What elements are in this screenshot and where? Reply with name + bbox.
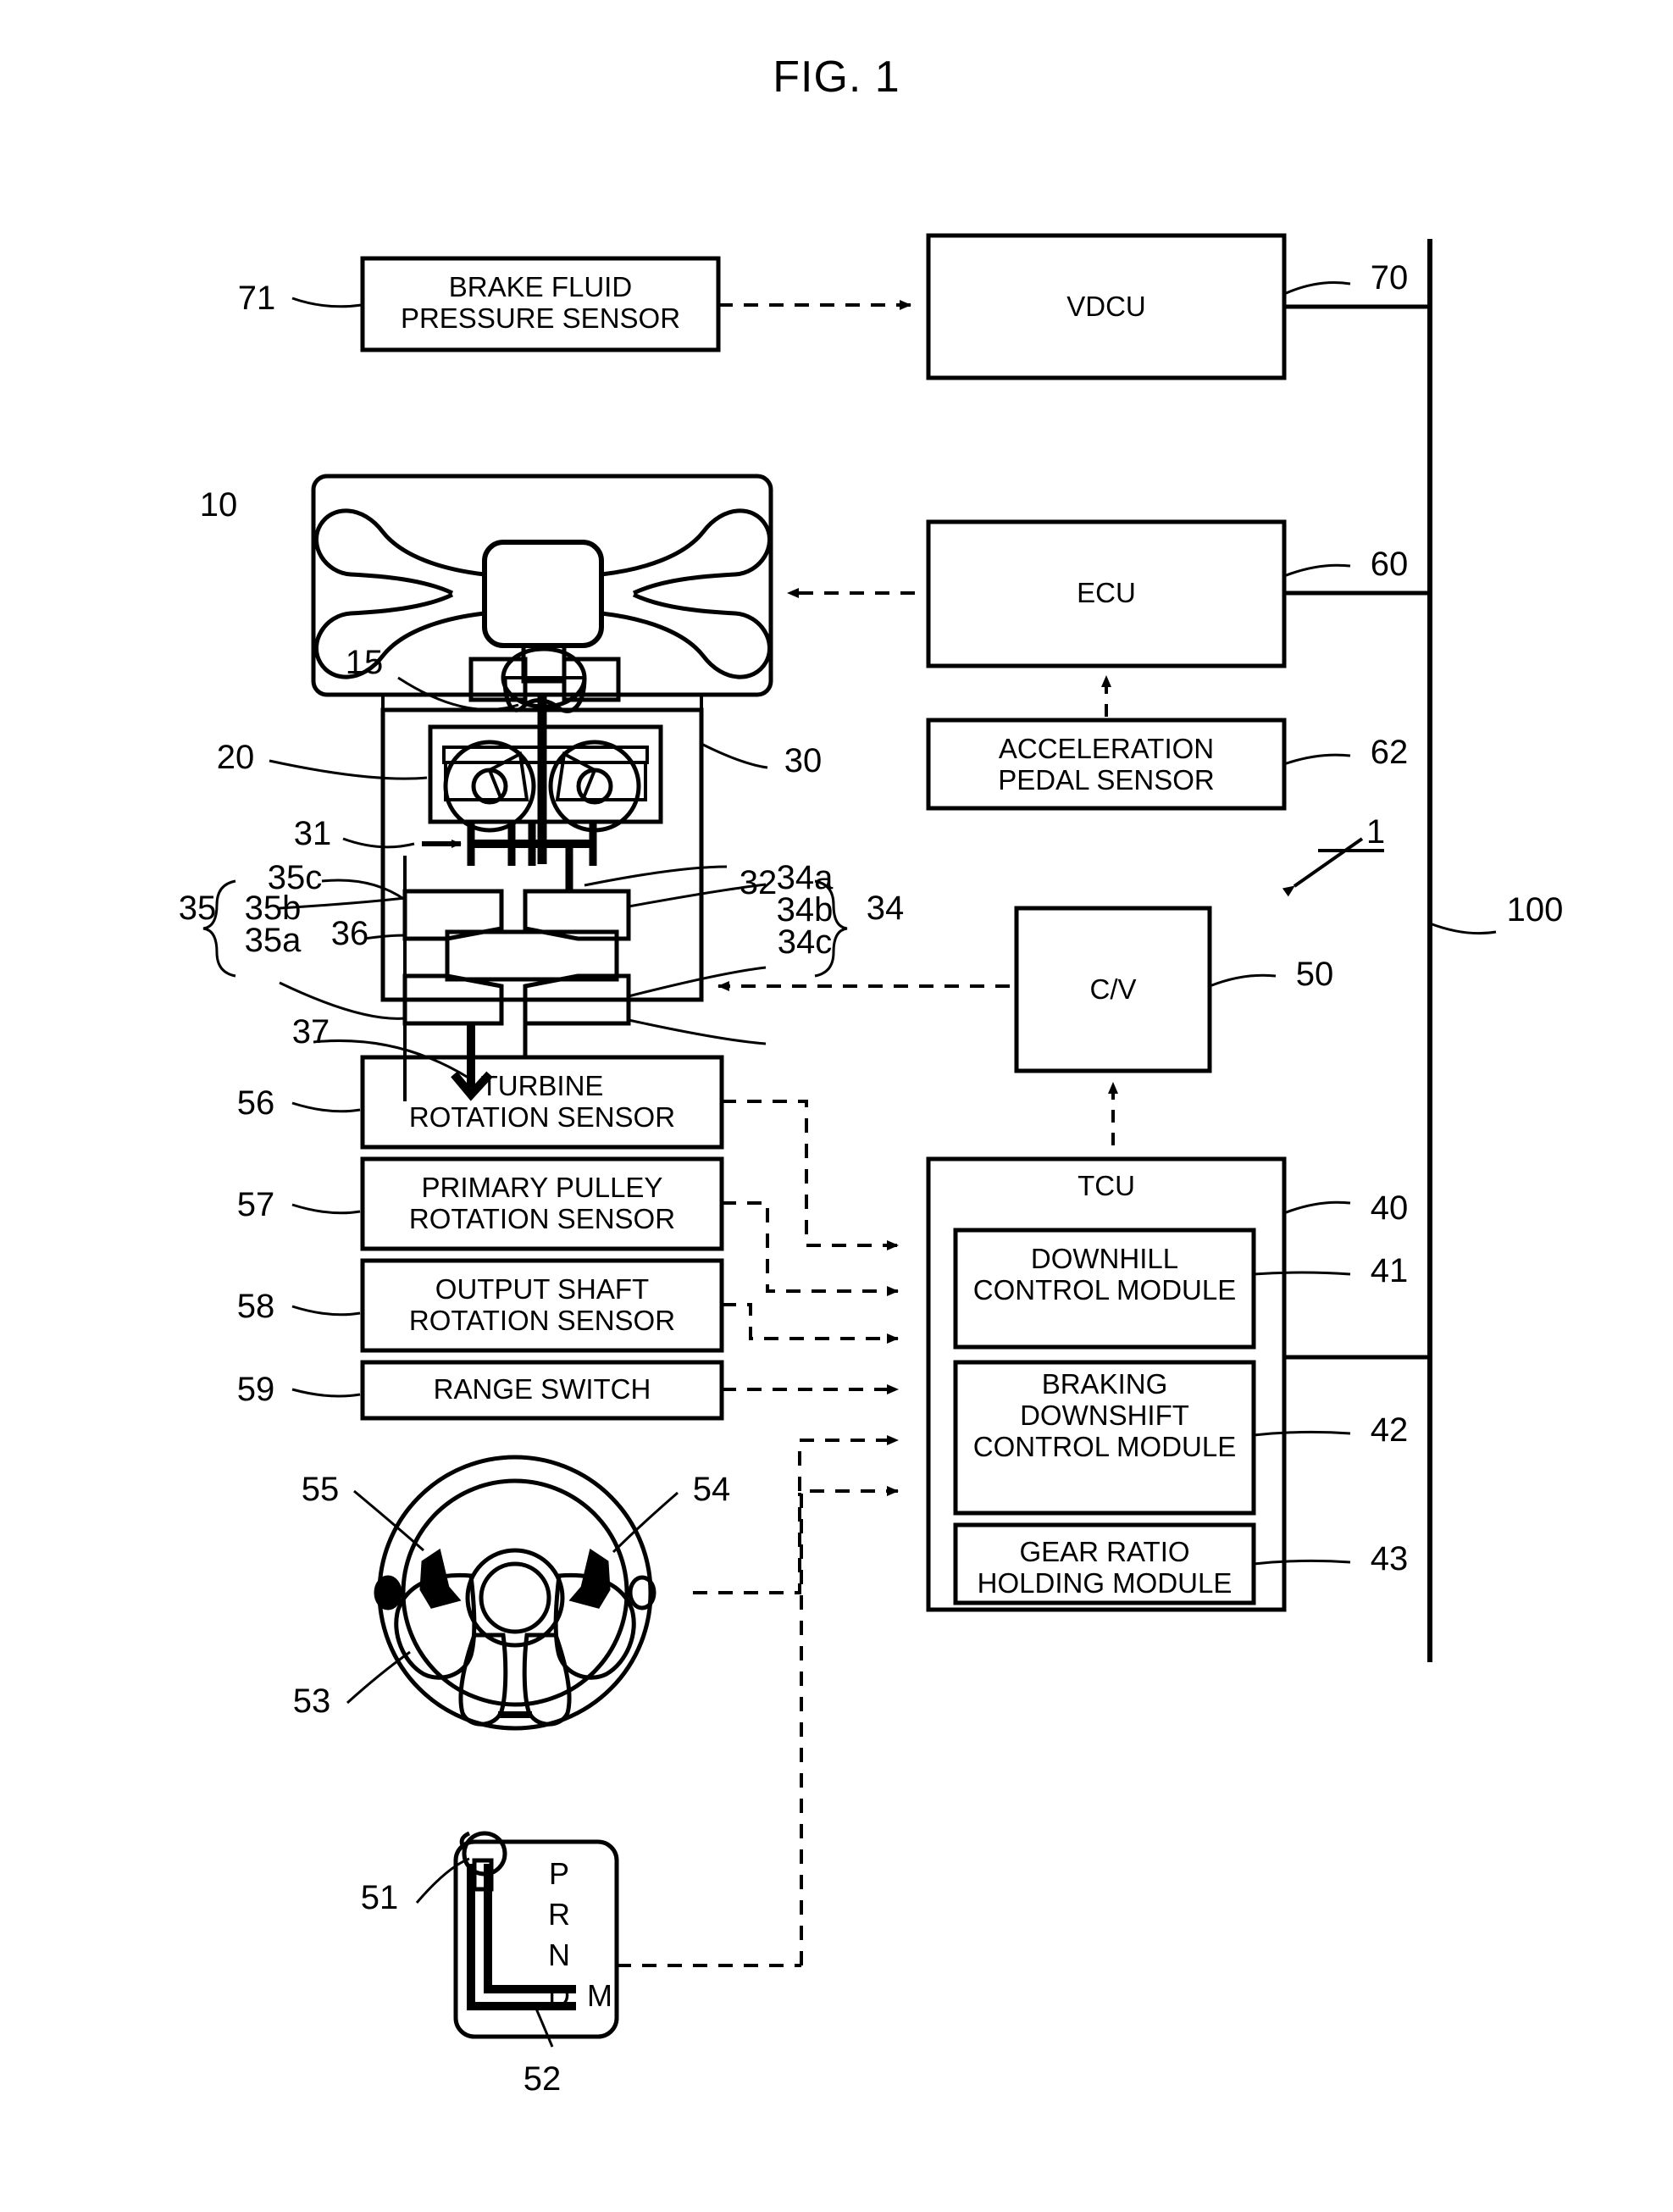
control-valve-label: C/V (1089, 973, 1137, 1005)
range-switch-label: RANGE SWITCH (433, 1373, 651, 1405)
output-shaft-rotation-sensor-label: OUTPUT SHAFT ROTATION SENSOR (408, 1273, 676, 1336)
ref-34: 34 (866, 890, 905, 927)
ref-35: 35 (178, 890, 217, 927)
ref-71: 71 (237, 280, 276, 317)
gear-ratio-holding-module-label: GEAR RATIO HOLDING MODULE (977, 1536, 1233, 1599)
ref-1: 1 (1366, 813, 1386, 851)
vdcu-label: VDCU (1066, 291, 1146, 322)
ref-37: 37 (291, 1013, 330, 1051)
ref-31: 31 (293, 815, 332, 852)
ref-20: 20 (216, 739, 255, 776)
ref-56: 56 (236, 1084, 275, 1122)
ref-62: 62 (1370, 734, 1409, 771)
ref-30: 30 (784, 742, 823, 779)
ref-60: 60 (1370, 546, 1409, 583)
ref-54: 54 (692, 1471, 731, 1508)
gate-letter-m: M (587, 1978, 612, 2013)
ref-10: 10 (199, 486, 238, 524)
turbine-rotation-sensor-label: TURBINE ROTATION SENSOR (408, 1070, 676, 1133)
ref-59: 59 (236, 1371, 275, 1408)
ecu-label: ECU (1077, 577, 1136, 608)
ref-15: 15 (345, 644, 384, 681)
ref-53: 53 (292, 1683, 331, 1720)
ref-100: 100 (1506, 891, 1564, 929)
ref-55: 55 (301, 1471, 340, 1508)
tcu-label: TCU (1077, 1170, 1135, 1201)
braking-downshift-control-module-label: BRAKING DOWNSHIFT CONTROL MODULE (972, 1368, 1237, 1462)
gate-letter-r: R (548, 1897, 570, 1932)
ref-42: 42 (1370, 1411, 1409, 1449)
ref-70: 70 (1370, 259, 1409, 297)
gate-letter-p: P (548, 1856, 569, 1891)
ref-51: 51 (360, 1879, 399, 1916)
ref-50: 50 (1295, 956, 1334, 993)
ref-43: 43 (1370, 1540, 1409, 1577)
gate-letter-n: N (548, 1938, 570, 1972)
ref-34c: 34c (777, 923, 833, 961)
ref-57: 57 (236, 1186, 275, 1223)
ref-36: 36 (330, 915, 369, 952)
ref-41: 41 (1370, 1252, 1409, 1289)
acceleration-pedal-sensor-label: ACCELERATION PEDAL SENSOR (998, 733, 1215, 796)
ref-58: 58 (236, 1288, 275, 1325)
ref-35a: 35a (244, 922, 302, 959)
brake-fluid-pressure-sensor-label: BRAKE FLUID PRESSURE SENSOR (400, 271, 681, 334)
downhill-control-module-label: DOWNHILL CONTROL MODULE (972, 1243, 1237, 1306)
patent-figure-1: FIG. 1 BRAKE FLUID PRESSURE SENSOR 71 VDC… (0, 0, 1673, 2212)
figure-title: FIG. 1 (773, 53, 900, 102)
ref-52: 52 (523, 2060, 562, 2098)
primary-pulley-rotation-sensor-label: PRIMARY PULLEY ROTATION SENSOR (408, 1172, 676, 1234)
gate-letter-d: D (548, 1978, 570, 2013)
ref-40: 40 (1370, 1189, 1409, 1227)
